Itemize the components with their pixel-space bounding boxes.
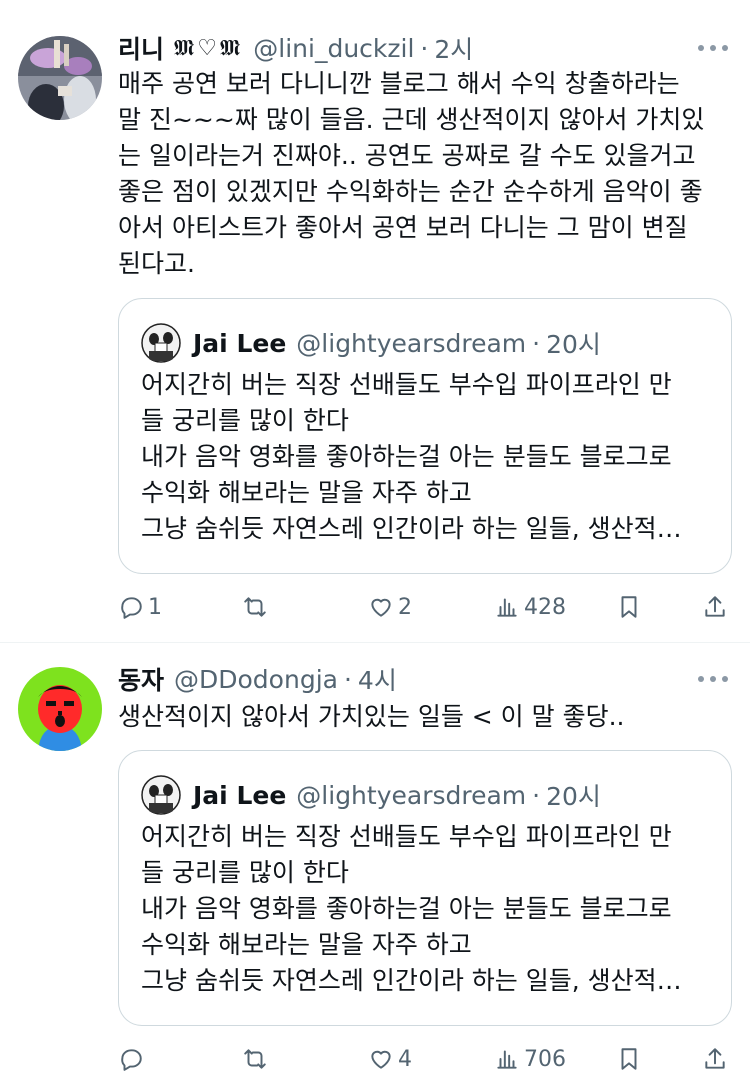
bookmark-icon xyxy=(621,1048,637,1070)
tweet-actions: 4 706 xyxy=(118,1041,732,1077)
share-icon xyxy=(705,1048,725,1069)
quoted-tweet-text: 어지간히 버는 직장 선배들도 부수입 파이프라인 만 들 궁리를 많이 한다 … xyxy=(141,819,721,999)
reply-icon xyxy=(121,1049,142,1071)
share-button[interactable] xyxy=(702,1041,728,1077)
separator-dot: · xyxy=(343,664,352,694)
text-line: 그냥 숨쉬듯 자연스레 인간이라 하는 일들, 생산적… xyxy=(141,966,682,995)
views-button[interactable]: 428 xyxy=(494,589,566,625)
author-name[interactable]: 동자 xyxy=(118,661,164,697)
tweet[interactable]: 동자 @DDodongja · 4시 생산적이지 않아서 가치있는 일들 < 이… xyxy=(0,643,750,1072)
text-line: 생산적이지 않아서 가치있는 일들 < 이 말 좋당.. xyxy=(118,702,625,731)
quoted-tweet[interactable]: Jai Lee @lightyearsdream · 20시 어지간히 버는 직… xyxy=(118,750,732,1026)
quoted-author-name: Jai Lee xyxy=(193,780,287,810)
reply-count: 1 xyxy=(148,594,162,620)
text-line: 어지간히 버는 직장 선배들도 부수입 파이프라인 만 xyxy=(141,822,672,851)
like-button[interactable]: 2 xyxy=(368,589,412,625)
text-line: 아서 아티스트가 좋아서 공연 보러 다니는 그 맘이 변질 xyxy=(118,213,688,242)
like-count: 2 xyxy=(398,594,412,620)
text-line: 들 궁리를 많이 한다 xyxy=(141,858,349,887)
author-handle[interactable]: @lini_duckzil xyxy=(253,34,414,63)
bookmark-button[interactable] xyxy=(616,589,642,625)
tweet-actions: 1 2 428 xyxy=(118,589,732,625)
text-line: 된다고. xyxy=(118,249,195,278)
retweet-button[interactable] xyxy=(242,589,272,625)
quoted-tweet-header: Jai Lee @lightyearsdream · 20시 xyxy=(141,323,601,363)
quoted-tweet[interactable]: Jai Lee @lightyearsdream · 20시 어지간히 버는 직… xyxy=(118,298,732,574)
quoted-avatar xyxy=(141,323,181,363)
separator-dot: · xyxy=(532,780,541,810)
reply-button[interactable] xyxy=(118,1041,148,1077)
author-handle[interactable]: @DDodongja xyxy=(174,665,338,694)
retweet-button[interactable] xyxy=(242,1041,272,1077)
timestamp[interactable]: 2시 xyxy=(434,30,473,66)
views-button[interactable]: 706 xyxy=(494,1041,566,1077)
views-icon xyxy=(497,1050,517,1069)
bookmark-icon xyxy=(621,596,637,618)
author-name[interactable]: 리니 xyxy=(118,30,164,66)
text-line: 어지간히 버는 직장 선배들도 부수입 파이프라인 만 xyxy=(141,370,672,399)
separator-dot: · xyxy=(532,328,541,358)
text-line: 들 궁리를 많이 한다 xyxy=(141,406,349,435)
quoted-author-name: Jai Lee xyxy=(193,328,287,358)
text-line: 수익화 해보라는 말을 자주 하고 xyxy=(141,478,472,507)
text-line: 매주 공연 보러 다니니깐 블로그 해서 수익 창출하라는 xyxy=(118,69,680,98)
tweet[interactable]: 리니 𝕸♡𝕸 @lini_duckzil · 2시 매주 공연 보러 다니니깐 … xyxy=(0,0,750,642)
text-line: 는 일이라는거 진짜야.. 공연도 공짜로 갈 수도 있을거고 xyxy=(118,141,696,170)
retweet-icon xyxy=(244,1049,266,1069)
tweet-header: 리니 𝕸♡𝕸 @lini_duckzil · 2시 xyxy=(118,31,473,65)
share-icon xyxy=(705,596,725,617)
avatar[interactable] xyxy=(18,667,102,751)
share-button[interactable] xyxy=(702,589,728,625)
like-icon xyxy=(371,1050,391,1069)
like-icon xyxy=(371,598,391,617)
quoted-author-handle: @lightyearsdream xyxy=(296,780,527,810)
tweet-text: 매주 공연 보러 다니니깐 블로그 해서 수익 창출하라는 말 진~~~짜 많이… xyxy=(118,66,728,282)
quoted-author-handle: @lightyearsdream xyxy=(296,328,527,358)
more-icon[interactable] xyxy=(698,43,728,53)
quoted-timestamp: 20시 xyxy=(546,782,601,811)
like-button[interactable]: 4 xyxy=(368,1041,412,1077)
retweet-icon xyxy=(244,597,266,617)
text-line: 내가 음악 영화를 좋아하는걸 아는 분들도 블로그로 xyxy=(141,442,672,471)
tweet-text: 생산적이지 않아서 가치있는 일들 < 이 말 좋당.. xyxy=(118,699,728,735)
text-line: 그냥 숨쉬듯 자연스레 인간이라 하는 일들, 생산적… xyxy=(141,514,682,543)
text-line: 말 진~~~짜 많이 들음. 근데 생산적이지 않아서 가치있 xyxy=(118,105,705,134)
quoted-timestamp: 20시 xyxy=(546,330,601,359)
views-count: 428 xyxy=(524,594,566,620)
views-count: 706 xyxy=(524,1046,566,1072)
avatar[interactable] xyxy=(18,36,102,120)
quoted-tweet-text: 어지간히 버는 직장 선배들도 부수입 파이프라인 만 들 궁리를 많이 한다 … xyxy=(141,367,721,547)
bookmark-button[interactable] xyxy=(616,1041,642,1077)
quoted-avatar xyxy=(141,775,181,815)
views-icon xyxy=(497,598,517,617)
like-count: 4 xyxy=(398,1046,412,1072)
author-name-decoration: 𝕸♡𝕸 xyxy=(174,35,244,61)
reply-icon xyxy=(121,597,142,619)
reply-button[interactable]: 1 xyxy=(118,589,162,625)
separator-dot: · xyxy=(420,33,429,63)
text-line: 내가 음악 영화를 좋아하는걸 아는 분들도 블로그로 xyxy=(141,894,672,923)
text-line: 좋은 점이 있겠지만 수익화하는 순간 순수하게 음악이 좋 xyxy=(118,177,703,206)
timestamp[interactable]: 4시 xyxy=(358,661,397,697)
more-icon[interactable] xyxy=(698,674,728,684)
tweet-header: 동자 @DDodongja · 4시 xyxy=(118,662,397,696)
quoted-tweet-header: Jai Lee @lightyearsdream · 20시 xyxy=(141,775,601,815)
text-line: 수익화 해보라는 말을 자주 하고 xyxy=(141,930,472,959)
